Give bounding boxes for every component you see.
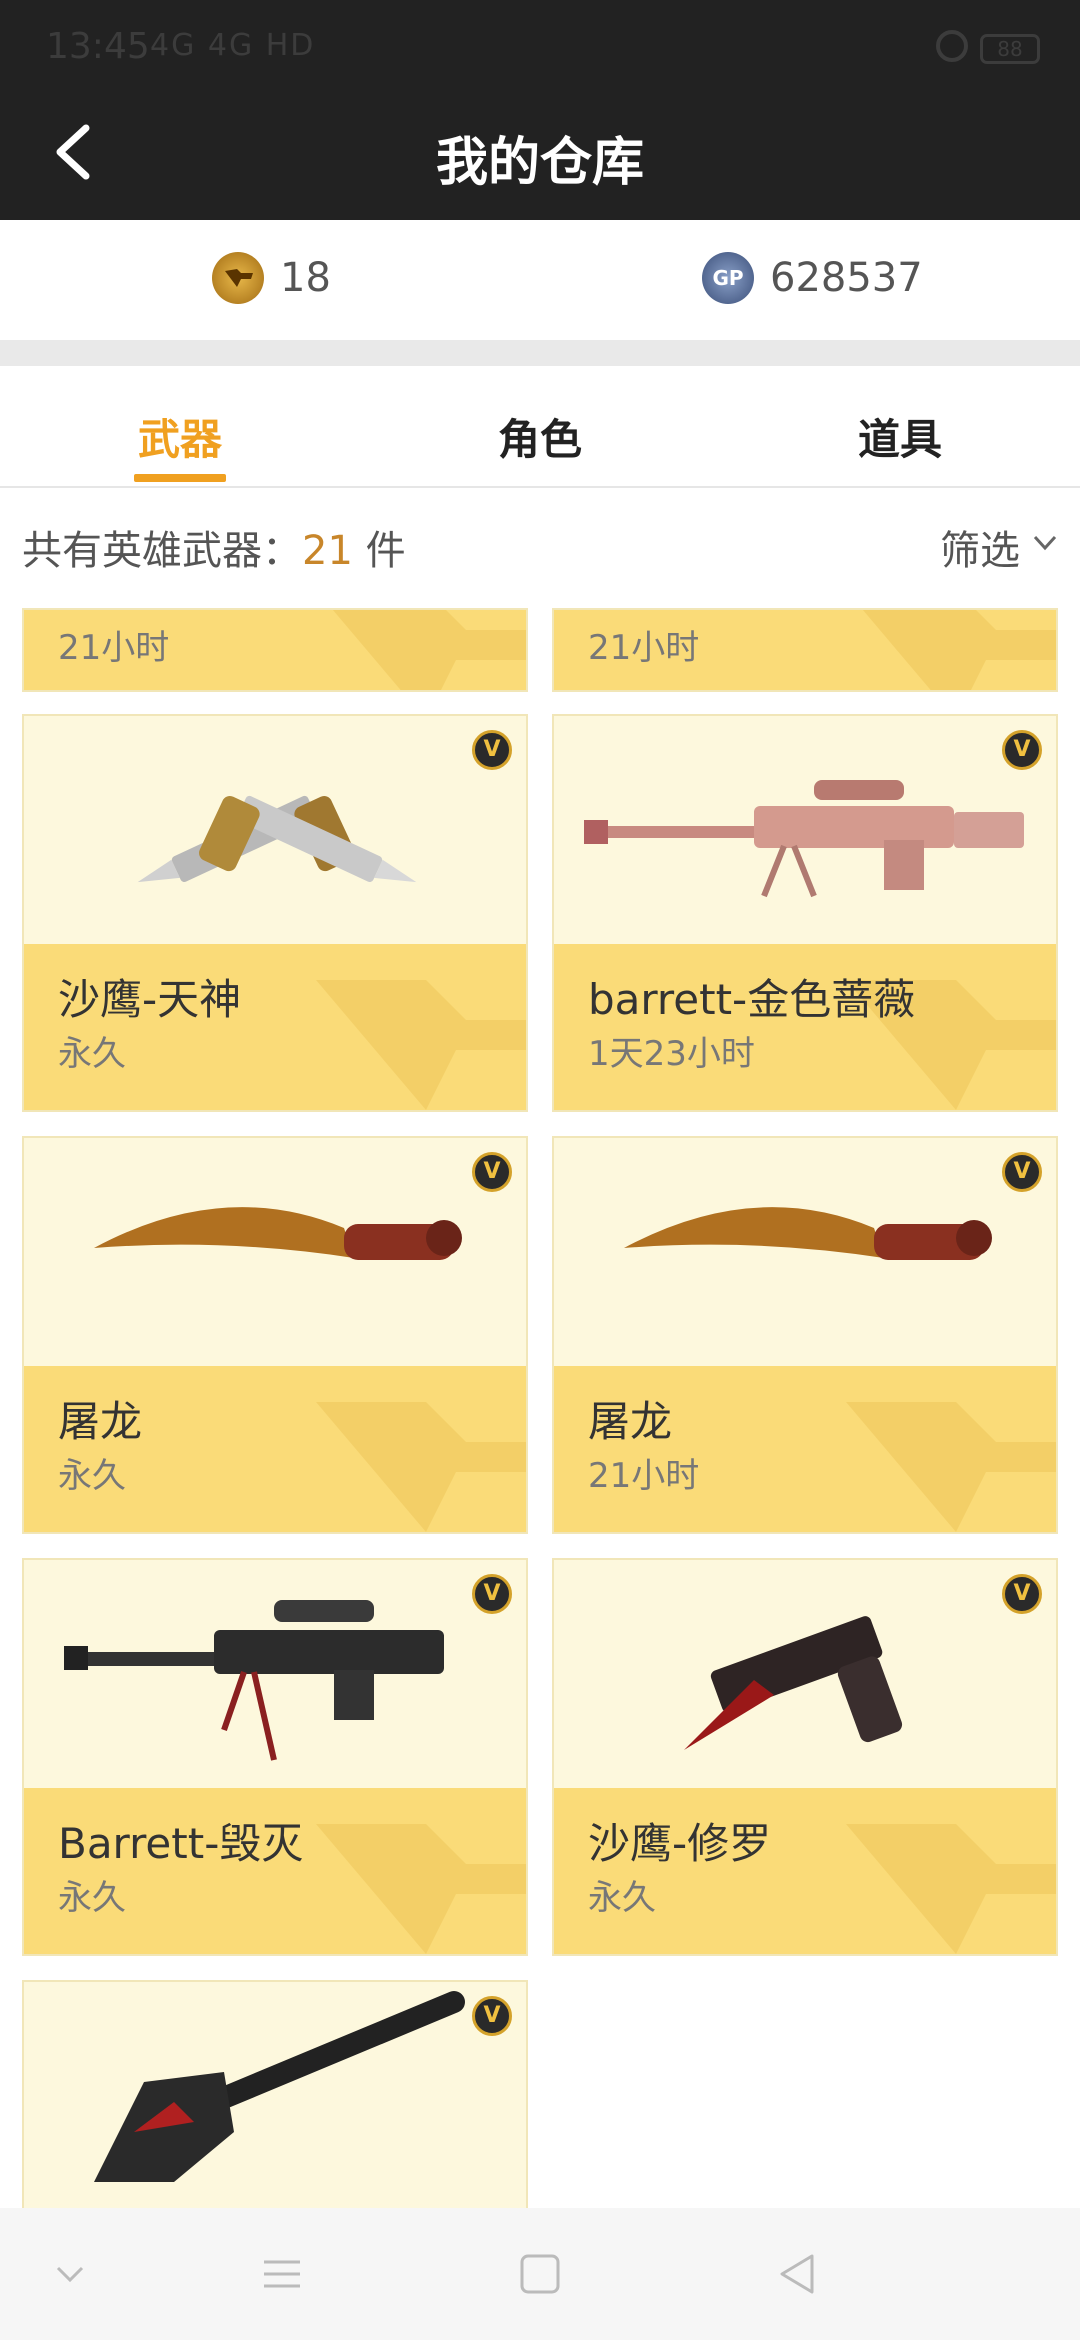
item-name: 沙鹰-天神 [58, 975, 242, 1024]
vip-badge-icon: V [1002, 1152, 1042, 1192]
item-name: Barrett-毁灭 [58, 1819, 304, 1868]
item-duration: 21小时 [588, 1456, 700, 1496]
weapon-card[interactable]: V barrett-金色蔷薇 1天23小时 [552, 714, 1058, 1112]
cf-watermark-icon [846, 1824, 1056, 1954]
app-header: 我的仓库 [0, 84, 1080, 220]
dragon-knife-icon [94, 1207, 462, 1260]
active-tab-indicator [134, 474, 226, 482]
item-duration: 21小时 [58, 628, 170, 668]
vip-badge-icon: V [472, 1996, 512, 2036]
count-prefix: 共有英雄武器： [22, 528, 302, 574]
section-divider [0, 340, 1080, 366]
page-title: 我的仓库 [435, 133, 644, 193]
vip-badge-icon: V [472, 1574, 512, 1614]
tab-weapons[interactable]: 武器 [0, 406, 360, 467]
item-name: 屠龙 [588, 1397, 673, 1446]
vip-badge-icon: V [1002, 1574, 1042, 1614]
weapon-image [554, 1560, 1056, 1788]
weapon-image [24, 1982, 526, 2208]
cf-watermark-icon [316, 1824, 526, 1954]
status-bar: 13:45 4G 4G HD 88 [0, 0, 1080, 84]
sniper-rifle-icon [584, 780, 1024, 898]
home-icon[interactable] [518, 2252, 562, 2296]
tab-items[interactable]: 道具 [720, 406, 1080, 467]
weapon-image [554, 1138, 1056, 1366]
gp-coin-icon: GP [702, 252, 754, 304]
currency-row: 18 GP 628537 [0, 220, 1080, 340]
item-duration: 永久 [588, 1878, 656, 1918]
cf-currency: 18 [212, 252, 331, 304]
weapon-card[interactable]: 21小时 [22, 608, 528, 692]
item-duration: 21小时 [588, 628, 700, 668]
weapon-count: 21 [302, 528, 353, 574]
weapon-count-label: 共有英雄武器：21 件 [22, 518, 406, 576]
item-duration: 永久 [58, 1034, 126, 1074]
vip-badge-icon: V [472, 730, 512, 770]
system-nav-bar [0, 2208, 1080, 2340]
weapon-card[interactable]: 21小时 [552, 608, 1058, 692]
dragon-knife-icon [624, 1207, 992, 1260]
tab-characters[interactable]: 角色 [360, 406, 720, 467]
count-suffix: 件 [352, 528, 406, 574]
weapon-image [24, 716, 526, 944]
filter-button[interactable]: 筛选 [940, 518, 1020, 576]
weapon-card[interactable]: V [22, 1980, 528, 2208]
cf-watermark-icon [316, 980, 526, 1110]
network-indicator: 4G 4G HD [150, 28, 316, 63]
weapon-image [24, 1560, 526, 1788]
weapon-card[interactable]: V 沙鹰-天神 永久 [22, 714, 528, 1112]
cf-watermark-icon [316, 1402, 526, 1532]
battery-icon: 88 [980, 34, 1040, 64]
item-name: 沙鹰-修罗 [588, 1819, 772, 1868]
weapon-card[interactable]: V 屠龙 永久 [22, 1136, 528, 1534]
cf-coin-icon [212, 252, 264, 304]
weapon-grid: 21小时 21小时 V 沙鹰-天神 永久 V barrett-金色蔷薇 1天23… [0, 608, 1080, 2208]
cf-watermark-icon [846, 1402, 1056, 1532]
vip-badge-icon: V [1002, 730, 1042, 770]
gp-value: 628537 [770, 255, 923, 301]
item-duration: 永久 [58, 1878, 126, 1918]
cf-value: 18 [280, 255, 331, 301]
weapon-card[interactable]: V 沙鹰-修罗 永久 [552, 1558, 1058, 1956]
category-tabs: 武器 角色 道具 [0, 366, 1080, 488]
chevron-down-icon[interactable] [1032, 530, 1058, 556]
item-duration: 1天23小时 [588, 1034, 755, 1074]
chevron-down-icon[interactable] [48, 2252, 92, 2296]
summary-row: 共有英雄武器：21 件 筛选 [0, 488, 1080, 608]
gp-currency: GP 628537 [702, 252, 923, 304]
dual-pistol-icon [137, 795, 417, 883]
weapon-image [554, 716, 1056, 944]
menu-icon[interactable] [260, 2252, 304, 2296]
weapon-image [24, 1138, 526, 1366]
item-name: 屠龙 [58, 1397, 143, 1446]
status-time: 13:45 [46, 26, 150, 67]
cf-watermark-icon [862, 610, 1056, 690]
vip-badge-icon: V [472, 1152, 512, 1192]
weapon-card[interactable]: V 屠龙 21小时 [552, 1136, 1058, 1534]
pistol-icon [684, 1616, 903, 1750]
item-name: barrett-金色蔷薇 [588, 975, 916, 1024]
sniper-rifle-icon [64, 1600, 444, 1761]
back-icon[interactable] [776, 2252, 820, 2296]
alarm-icon [936, 30, 968, 62]
weapon-card[interactable]: V Barrett-毁灭 永久 [22, 1558, 528, 1956]
item-duration: 永久 [58, 1456, 126, 1496]
shovel-icon [94, 1991, 465, 2182]
cf-watermark-icon [332, 610, 526, 690]
